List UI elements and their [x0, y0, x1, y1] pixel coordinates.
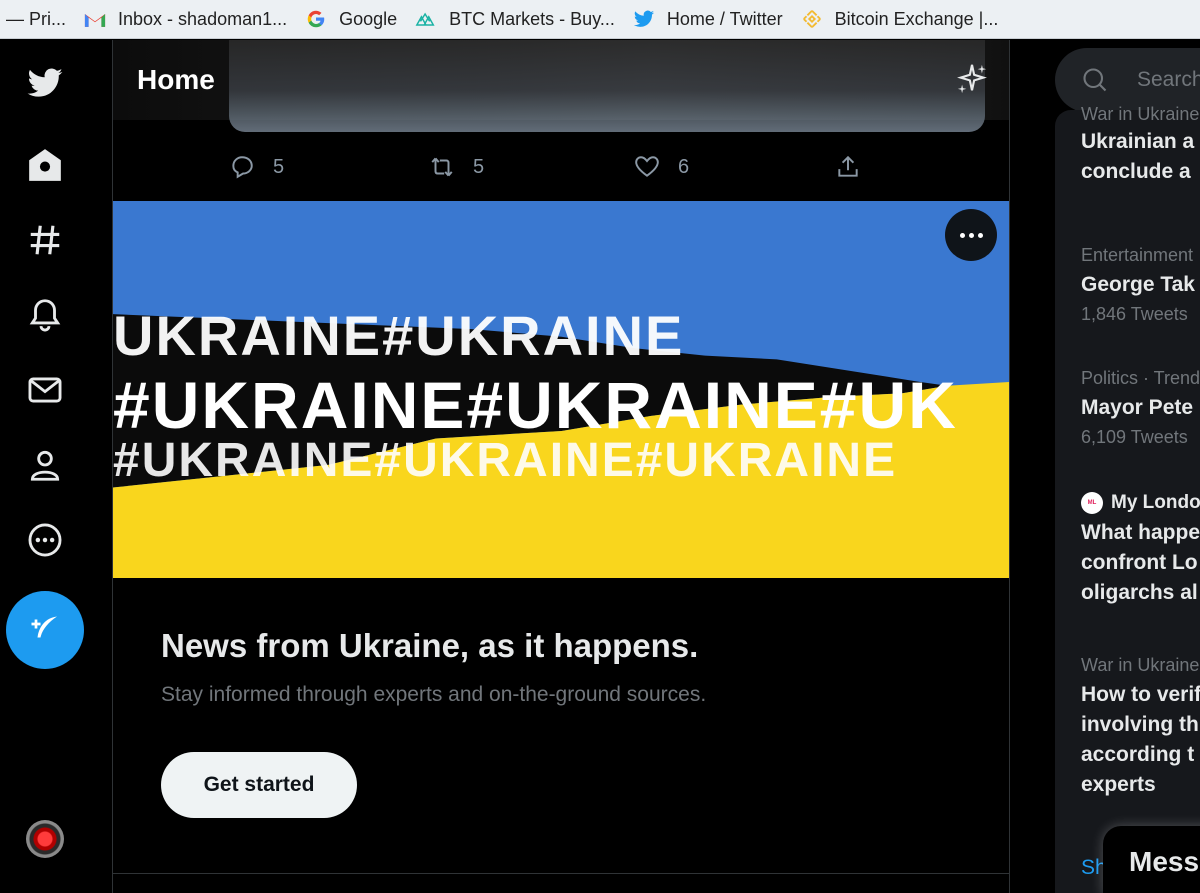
heart-icon	[635, 156, 659, 177]
promo-subtitle: Stay informed through experts and on-the…	[161, 683, 707, 706]
trend-tweet-count: 6,109 Tweets	[1081, 427, 1188, 447]
trend-title: George Tak	[1081, 273, 1195, 296]
trend-item[interactable]: Entertainment George Tak 1,846 Tweets	[1081, 245, 1195, 325]
bookmark-label: — Pri...	[6, 8, 67, 29]
trend-title: Mayor Pete	[1081, 396, 1194, 419]
compose-tweet-button[interactable]	[6, 591, 84, 669]
trend-category: War in Ukraine	[1081, 104, 1200, 124]
retweet-button[interactable]: 5	[429, 154, 484, 180]
google-icon	[305, 8, 327, 30]
bookmark-item[interactable]: Google	[305, 0, 415, 38]
share-button[interactable]	[835, 154, 879, 180]
explore-hashtag-icon[interactable]	[22, 217, 68, 263]
bookmark-item[interactable]: Home / Twitter	[633, 0, 801, 38]
trend-item[interactable]: Politics · Trend Mayor Pete 6,109 Tweets	[1081, 368, 1200, 448]
like-count: 6	[678, 155, 690, 178]
btc-markets-icon	[415, 8, 437, 30]
bookmark-item[interactable]: Bitcoin Exchange |...	[801, 0, 1017, 38]
bookmark-item[interactable]: — Pri...	[0, 0, 84, 38]
trend-title: How to verif involving th according t ex…	[1081, 683, 1200, 796]
feather-plus-icon	[31, 616, 57, 638]
left-navigation	[0, 40, 112, 893]
trend-title: Ukrainian a conclude a	[1081, 130, 1195, 183]
notifications-bell-icon[interactable]	[22, 292, 68, 338]
trend-item[interactable]: War in Ukraine How to verif involving th…	[1081, 655, 1200, 800]
bookmark-label: Inbox - shadoman1...	[118, 8, 288, 29]
trend-category: War in Ukraine	[1081, 655, 1200, 675]
ukraine-banner-image: UKRAINE#UKRAINE #UKRAINE#UKRAINE#UK #UKR…	[113, 201, 1009, 578]
gmail-icon	[84, 8, 106, 30]
bookmarks-bar: — Pri... Inbox - shadoman1... Google BTC…	[0, 0, 1200, 39]
right-sidebar: War in Ukraine Ukrainian a conclude a En…	[1010, 40, 1200, 893]
bookmark-label: Home / Twitter	[666, 8, 783, 29]
banner-hashtag-line: UKRAINE#UKRAINE	[113, 304, 685, 367]
trend-category: Politics · Trend	[1081, 368, 1200, 388]
news-title: What happe confront Lo oligarchs al	[1081, 521, 1200, 604]
my-london-logo-icon: ML	[1081, 492, 1103, 514]
search-icon	[1083, 68, 1107, 92]
retweet-count: 5	[473, 155, 485, 178]
retweet-icon	[431, 157, 453, 177]
messages-envelope-icon[interactable]	[22, 367, 68, 413]
bookmark-item[interactable]: BTC Markets - Buy...	[415, 0, 633, 38]
profile-icon[interactable]	[22, 442, 68, 488]
trends-panel: War in Ukraine Ukrainian a conclude a En…	[1055, 104, 1200, 893]
twitter-logo-icon[interactable]	[22, 60, 68, 106]
trend-item[interactable]: War in Ukraine Ukrainian a conclude a	[1081, 104, 1199, 187]
blurred-tweet-image	[229, 40, 985, 132]
reply-button[interactable]: 5	[229, 154, 284, 180]
tweet-action-bar: 5 5 6	[113, 144, 1009, 192]
bookmark-label: Google	[339, 8, 398, 29]
more-options-button[interactable]	[945, 209, 997, 261]
main-timeline: Home 5 5 6 UKRAINE#UKRAINE #UKRAINE#UKRA…	[112, 40, 1010, 893]
bookmark-label: Bitcoin Exchange |...	[834, 8, 999, 29]
bookmark-label: BTC Markets - Buy...	[449, 8, 615, 29]
banner-hashtag-line: #UKRAINE#UKRAINE#UKRAINE	[113, 434, 898, 487]
more-options-icon[interactable]	[22, 517, 68, 563]
search-input[interactable]	[1137, 68, 1200, 92]
news-item[interactable]: ML My London What happe confront Lo olig…	[1081, 492, 1200, 608]
home-icon[interactable]	[22, 142, 68, 188]
binance-icon	[801, 8, 823, 30]
share-icon	[838, 155, 858, 177]
bookmark-item[interactable]: Inbox - shadoman1...	[84, 0, 305, 38]
trend-category: Entertainment	[1081, 245, 1194, 265]
banner-hashtag-line: #UKRAINE#UKRAINE#UK	[113, 368, 958, 442]
divider	[113, 873, 1009, 874]
timeline-header: Home	[113, 40, 1009, 132]
avatar[interactable]	[26, 820, 64, 858]
twitter-icon	[633, 8, 655, 30]
messages-drawer[interactable]: Mess	[1103, 826, 1200, 893]
reply-count: 5	[273, 155, 285, 178]
trend-tweet-count: 1,846 Tweets	[1081, 304, 1188, 324]
get-started-button[interactable]: Get started	[161, 752, 357, 818]
page-title: Home	[137, 64, 215, 95]
promo-title: News from Ukraine, as it happens.	[161, 627, 699, 664]
reply-icon	[232, 156, 253, 179]
search-bar[interactable]	[1055, 48, 1200, 112]
sparkle-icon[interactable]	[955, 62, 989, 96]
news-source: ML My London	[1081, 492, 1200, 514]
like-button[interactable]: 6	[634, 154, 689, 180]
